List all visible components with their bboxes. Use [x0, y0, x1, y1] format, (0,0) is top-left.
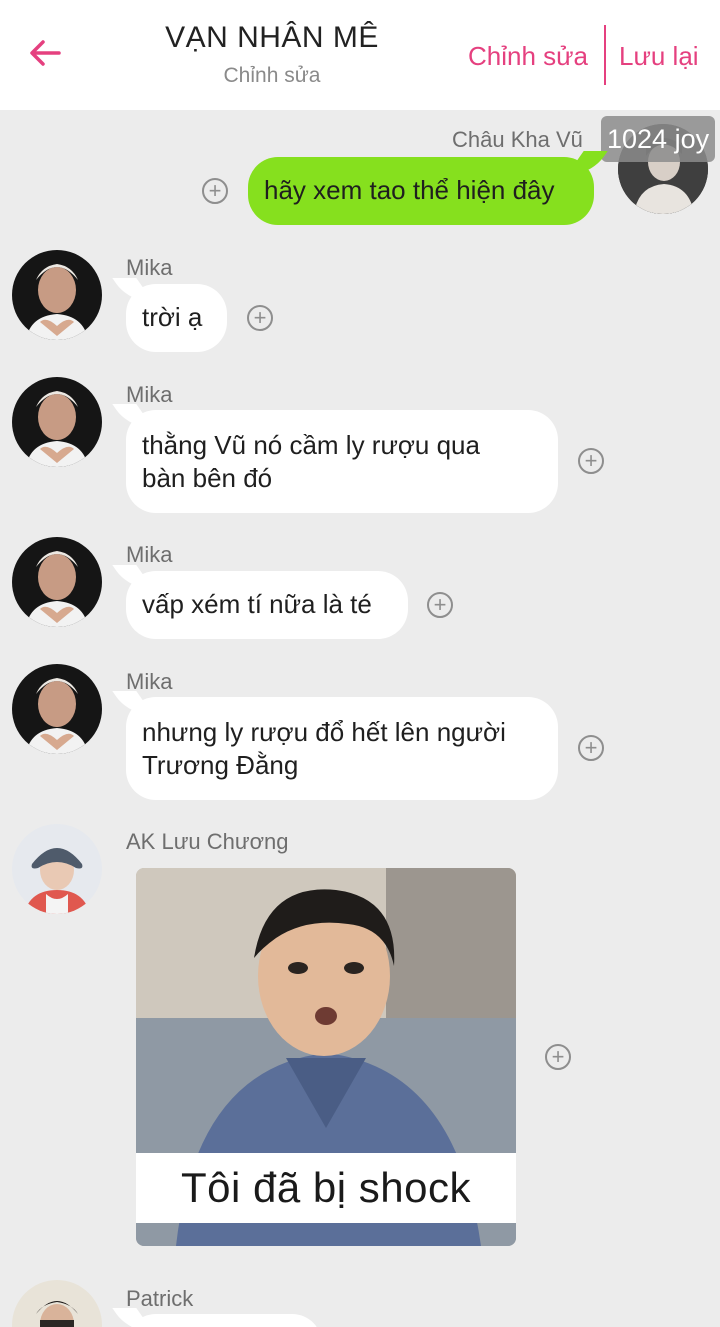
page-subtitle: Chỉnh sửa	[223, 64, 321, 87]
message-text-line: nhưng ly rượu đổ hết lên người	[142, 717, 506, 747]
edit-button[interactable]: Chỉnh sửa	[468, 36, 588, 76]
sender-name: Châu Kha Vũ	[452, 127, 583, 152]
sticker-caption-bar: Tôi đã bị shock	[136, 1153, 516, 1223]
avatar-image	[12, 664, 102, 754]
header-divider	[604, 25, 606, 85]
add-reaction-button[interactable]: +	[578, 735, 604, 761]
title-block: VẠN NHÂN MÊ Chỉnh sửa	[120, 18, 424, 94]
sticker-image[interactable]: Tôi đã bị shock	[136, 868, 516, 1246]
arrow-left-icon	[30, 40, 61, 66]
add-reaction-button[interactable]: +	[545, 1044, 571, 1070]
sender-name: AK Lưu Chương	[126, 829, 289, 854]
avatar-image	[12, 824, 102, 914]
plus-circle-icon: +	[253, 304, 267, 330]
sticker-caption: Tôi đã bị shock	[181, 1164, 471, 1211]
top-bar: VẠN NHÂN MÊ Chỉnh sửa Chỉnh sửa Lưu lại	[0, 0, 720, 110]
plus-circle-icon: +	[584, 447, 598, 473]
avatar-image	[12, 250, 102, 340]
add-reaction-button[interactable]: +	[578, 448, 604, 474]
plus-circle-icon: +	[584, 734, 598, 760]
message-bubble[interactable]: nhưng ly rượu đổ hết lên người Trương Đằ…	[126, 697, 558, 800]
message-bubble[interactable]	[126, 1314, 322, 1327]
avatar-image	[12, 537, 102, 627]
save-button[interactable]: Lưu lại	[619, 36, 699, 76]
plus-circle-icon: +	[433, 591, 447, 617]
message-text: trời ạ	[142, 302, 203, 332]
avatar[interactable]	[12, 537, 102, 627]
chat-screen: VẠN NHÂN MÊ Chỉnh sửa Chỉnh sửa Lưu lại …	[0, 0, 720, 1327]
avatar-image	[12, 377, 102, 467]
message-bubble[interactable]: vấp xém tí nữa là té	[126, 571, 408, 639]
message-bubble[interactable]: hãy xem tao thể hiện đây	[248, 157, 594, 225]
plus-circle-icon: +	[208, 177, 222, 203]
message-text: hãy xem tao thể hiện đây	[264, 175, 555, 205]
avatar[interactable]	[12, 1280, 102, 1327]
avatar[interactable]	[12, 664, 102, 754]
joy-badge: 1024 joy	[601, 116, 716, 162]
avatar[interactable]	[12, 377, 102, 467]
add-reaction-button[interactable]: +	[202, 178, 228, 204]
message-bubble[interactable]: trời ạ	[126, 284, 227, 352]
message-text-line: Trương Đằng	[142, 750, 299, 780]
add-reaction-button[interactable]: +	[427, 592, 453, 618]
back-button[interactable]	[22, 30, 68, 76]
avatar[interactable]	[12, 824, 102, 914]
message-bubble[interactable]: thằng Vũ nó cầm ly rượu qua bàn bên đó	[126, 410, 558, 513]
avatar[interactable]	[12, 250, 102, 340]
message-text: vấp xém tí nữa là té	[142, 589, 372, 619]
plus-circle-icon: +	[551, 1043, 565, 1069]
avatar-image	[12, 1280, 102, 1327]
message-text-line: bàn bên đó	[142, 463, 273, 493]
chat-list[interactable]: Châu Kha Vũ 1024 joy hãy xem tao thể hiệ…	[0, 110, 720, 1327]
add-reaction-button[interactable]: +	[247, 305, 273, 331]
page-title: VẠN NHÂN MÊ	[165, 21, 379, 54]
message-text-line: thằng Vũ nó cầm ly rượu qua	[142, 430, 480, 460]
